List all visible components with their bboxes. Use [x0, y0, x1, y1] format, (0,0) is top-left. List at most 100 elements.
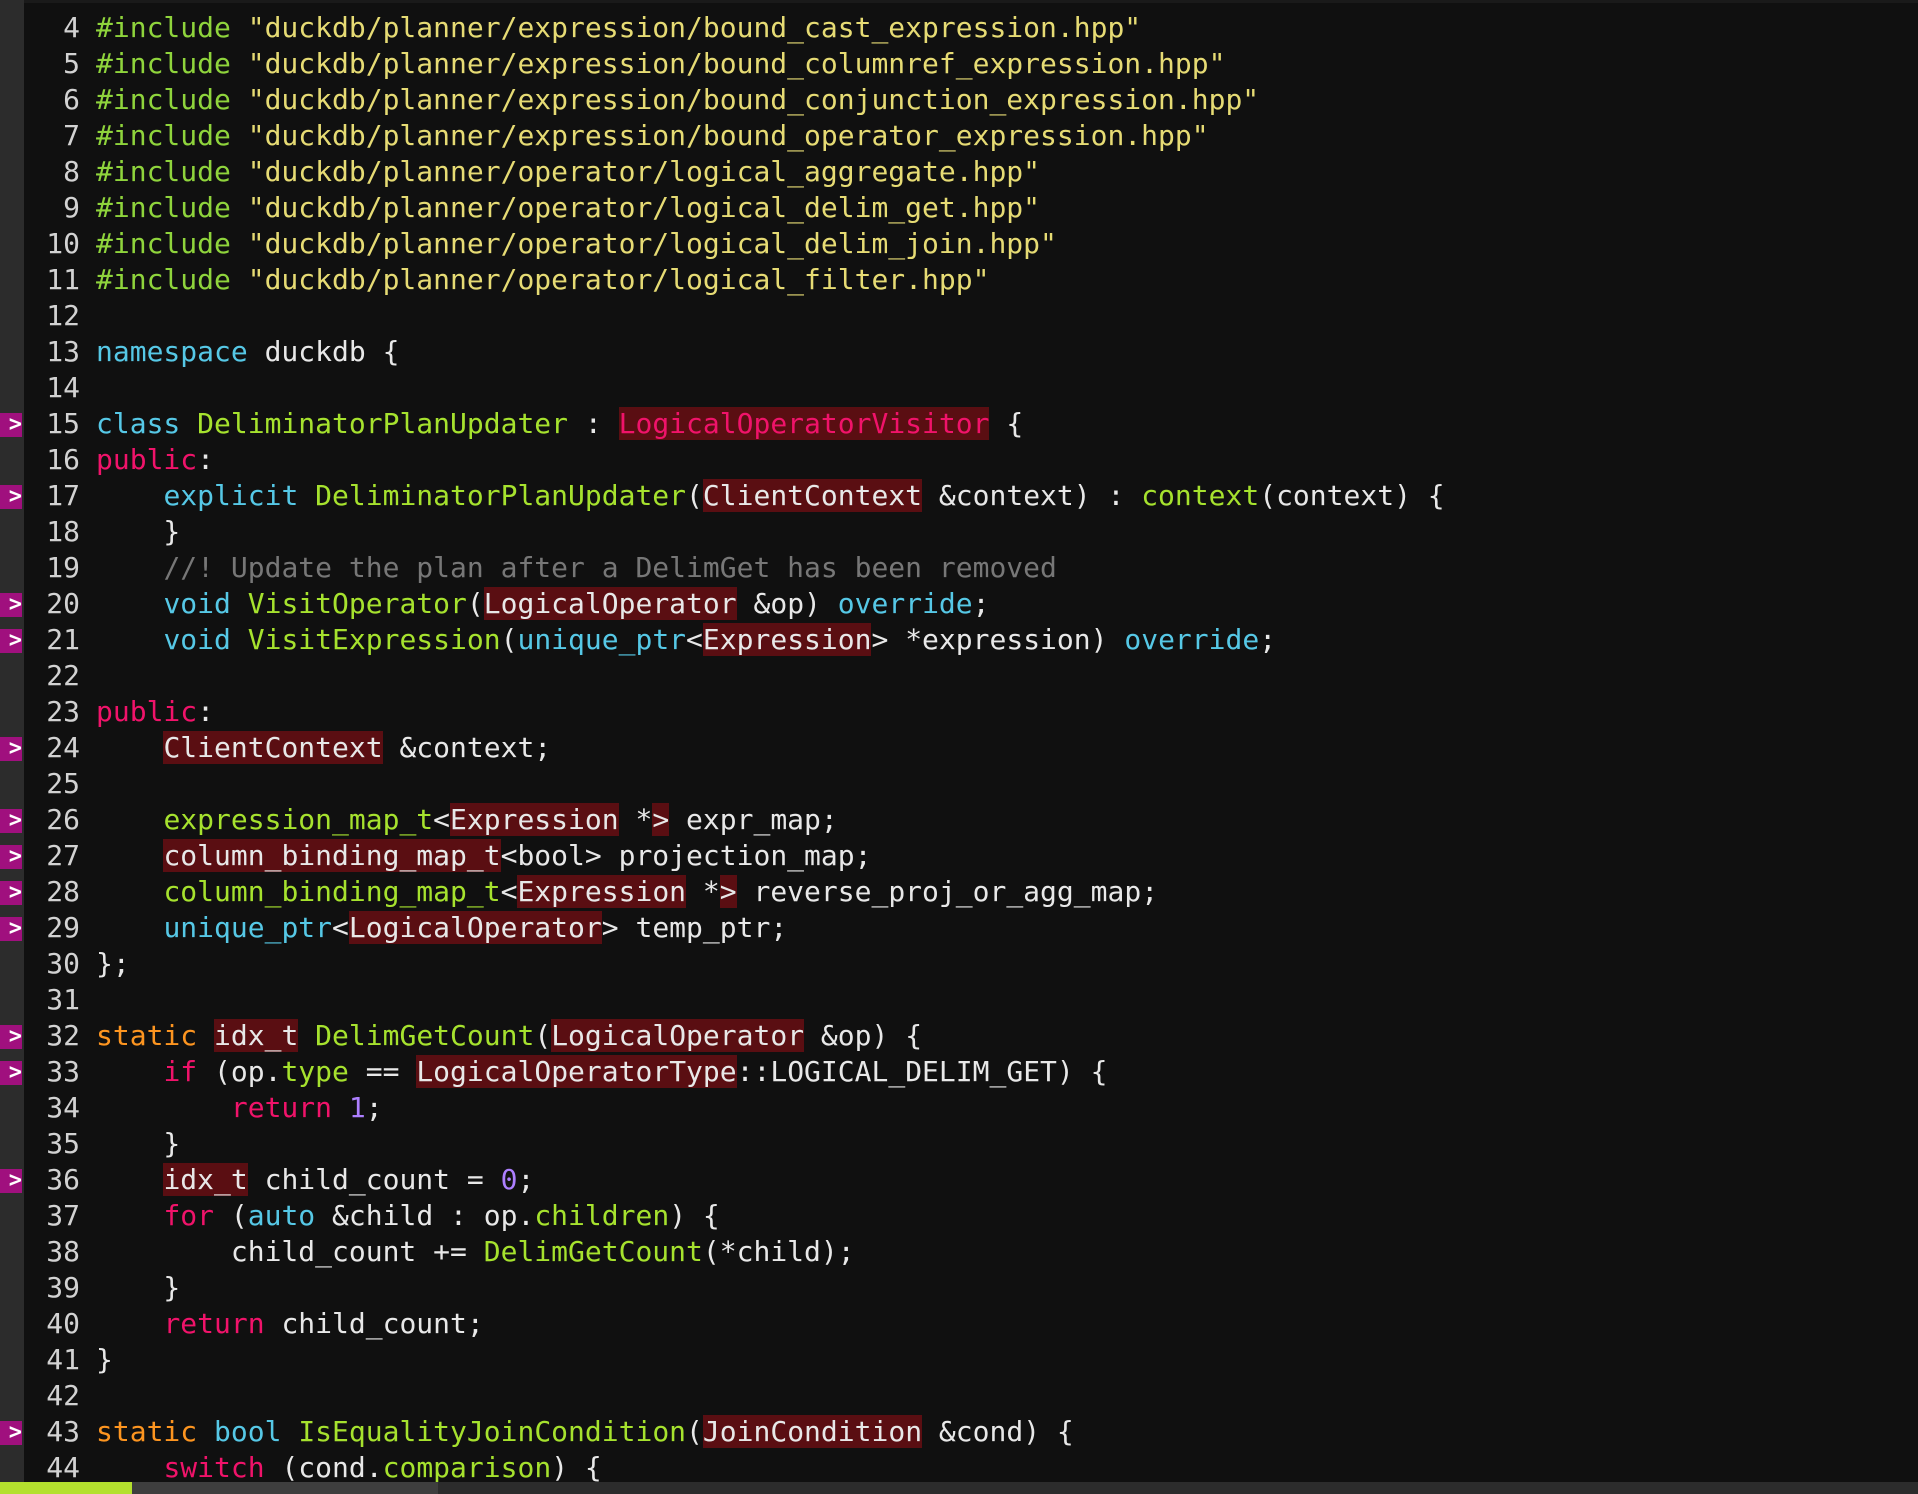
- code-line[interactable]: >43 static bool IsEqualityJoinCondition(J…: [0, 1414, 1918, 1450]
- code-text[interactable]: #include "duckdb/planner/operator/logica…: [96, 226, 1057, 262]
- code-line[interactable]: 13 namespace duckdb {: [0, 334, 1918, 370]
- code-line[interactable]: >24 ClientContext &context;: [0, 730, 1918, 766]
- code-text[interactable]: public:: [96, 694, 214, 730]
- code-line[interactable]: 35 }: [0, 1126, 1918, 1162]
- code-line[interactable]: 38 child_count += DelimGetCount(*child);: [0, 1234, 1918, 1270]
- code-line[interactable]: >17 explicit DeliminatorPlanUpdater(Clie…: [0, 478, 1918, 514]
- code-text[interactable]: #include "duckdb/planner/expression/boun…: [96, 46, 1225, 82]
- code-line[interactable]: >27 column_binding_map_t<bool> projectio…: [0, 838, 1918, 874]
- diagnostic-sign-marker[interactable]: >: [0, 1169, 22, 1193]
- code-text[interactable]: expression_map_t<Expression *> expr_map;: [96, 802, 838, 838]
- code-text[interactable]: #include "duckdb/planner/operator/logica…: [96, 190, 1040, 226]
- code-line[interactable]: 18 }: [0, 514, 1918, 550]
- code-editor[interactable]: 4 #include "duckdb/planner/expression/bou…: [0, 0, 1918, 1494]
- code-line[interactable]: 14: [0, 370, 1918, 406]
- code-line[interactable]: >20 void VisitOperator(LogicalOperator &…: [0, 586, 1918, 622]
- diagnostic-sign-marker[interactable]: >: [0, 881, 22, 905]
- code-line[interactable]: 8 #include "duckdb/planner/operator/logic…: [0, 154, 1918, 190]
- code-line[interactable]: 23 public:: [0, 694, 1918, 730]
- code-line[interactable]: >28 column_binding_map_t<Expression *> r…: [0, 874, 1918, 910]
- code-line[interactable]: 10 #include "duckdb/planner/operator/logi…: [0, 226, 1918, 262]
- code-line[interactable]: 42: [0, 1378, 1918, 1414]
- code-line[interactable]: >15 class DeliminatorPlanUpdater : Logica…: [0, 406, 1918, 442]
- code-line[interactable]: 6 #include "duckdb/planner/expression/bou…: [0, 82, 1918, 118]
- code-text[interactable]: column_binding_map_t<Expression *> rever…: [96, 874, 1158, 910]
- code-text[interactable]: column_binding_map_t<bool> projection_ma…: [96, 838, 871, 874]
- status-bar: [0, 1482, 1918, 1494]
- code-text[interactable]: unique_ptr<LogicalOperator> temp_ptr;: [96, 910, 787, 946]
- code-token: DelimGetCount: [483, 1235, 703, 1268]
- diagnostic-sign-marker[interactable]: >: [0, 413, 22, 437]
- code-text[interactable]: class DeliminatorPlanUpdater : LogicalOp…: [96, 406, 1023, 442]
- code-token: <: [686, 623, 703, 656]
- code-text[interactable]: void VisitOperator(LogicalOperator &op) …: [96, 586, 990, 622]
- code-text[interactable]: if (op.type == LogicalOperatorType::LOGI…: [96, 1054, 1108, 1090]
- code-line[interactable]: 22: [0, 658, 1918, 694]
- code-line[interactable]: 34 return 1;: [0, 1090, 1918, 1126]
- code-line[interactable]: >29 unique_ptr<LogicalOperator> temp_ptr…: [0, 910, 1918, 946]
- code-line[interactable]: 30};: [0, 946, 1918, 982]
- code-token: <bool> projection_map;: [500, 839, 872, 872]
- code-line[interactable]: 12: [0, 298, 1918, 334]
- code-text[interactable]: }: [96, 514, 180, 550]
- code-text[interactable]: }: [96, 1126, 180, 1162]
- code-line[interactable]: 44 switch (cond.comparison) {: [0, 1450, 1918, 1486]
- code-token: #include: [96, 47, 231, 80]
- code-text[interactable]: void VisitExpression(unique_ptr<Expressi…: [96, 622, 1276, 658]
- code-text[interactable]: for (auto &child : op.children) {: [96, 1198, 719, 1234]
- code-text[interactable]: #include "duckdb/planner/expression/boun…: [96, 82, 1259, 118]
- code-text[interactable]: static idx_t DelimGetCount(LogicalOperat…: [96, 1018, 922, 1054]
- code-line[interactable]: 39 }: [0, 1270, 1918, 1306]
- code-line[interactable]: 41}: [0, 1342, 1918, 1378]
- code-line[interactable]: 25: [0, 766, 1918, 802]
- code-line[interactable]: >32 static idx_t DelimGetCount(LogicalOpe…: [0, 1018, 1918, 1054]
- code-line[interactable]: 16 public:: [0, 442, 1918, 478]
- code-line[interactable]: 31: [0, 982, 1918, 1018]
- code-token: auto: [247, 1199, 316, 1232]
- code-line[interactable]: 9 #include "duckdb/planner/operator/logic…: [0, 190, 1918, 226]
- code-text[interactable]: static bool IsEqualityJoinCondition(Join…: [96, 1414, 1074, 1450]
- code-text[interactable]: explicit DeliminatorPlanUpdater(ClientCo…: [96, 478, 1445, 514]
- diagnostic-sign-marker[interactable]: >: [0, 485, 22, 509]
- diagnostic-sign-marker[interactable]: >: [0, 917, 22, 941]
- code-line[interactable]: >21 void VisitExpression(unique_ptr<Expr…: [0, 622, 1918, 658]
- code-line[interactable]: >33 if (op.type == LogicalOperatorType::…: [0, 1054, 1918, 1090]
- diagnostic-sign-marker[interactable]: >: [0, 737, 22, 761]
- diagnostic-sign-marker[interactable]: >: [0, 629, 22, 653]
- code-text[interactable]: idx_t child_count = 0;: [96, 1162, 534, 1198]
- code-text[interactable]: #include "duckdb/planner/operator/logica…: [96, 262, 989, 298]
- code-text[interactable]: ClientContext &context;: [96, 730, 551, 766]
- diagnostic-sign-marker[interactable]: >: [0, 1421, 22, 1445]
- code-text[interactable]: namespace duckdb {: [96, 334, 399, 370]
- code-text[interactable]: public:: [96, 442, 214, 478]
- code-line[interactable]: >36 idx_t child_count = 0;: [0, 1162, 1918, 1198]
- code-text[interactable]: #include "duckdb/planner/operator/logica…: [96, 154, 1040, 190]
- code-text[interactable]: return child_count;: [96, 1306, 483, 1342]
- line-number: 6: [63, 83, 80, 116]
- code-line[interactable]: 4 #include "duckdb/planner/expression/bou…: [0, 10, 1918, 46]
- code-text[interactable]: #include "duckdb/planner/expression/boun…: [96, 10, 1141, 46]
- code-line[interactable]: 40 return child_count;: [0, 1306, 1918, 1342]
- code-text[interactable]: };: [96, 946, 130, 982]
- code-line[interactable]: >26 expression_map_t<Expression *> expr_…: [0, 802, 1918, 838]
- code-line[interactable]: 5 #include "duckdb/planner/expression/bou…: [0, 46, 1918, 82]
- diagnostic-sign-marker[interactable]: >: [0, 1025, 22, 1049]
- code-line[interactable]: 7 #include "duckdb/planner/expression/bou…: [0, 118, 1918, 154]
- code-text[interactable]: child_count += DelimGetCount(*child);: [96, 1234, 855, 1270]
- code-line[interactable]: 19 //! Update the plan after a DelimGet …: [0, 550, 1918, 586]
- code-text[interactable]: }: [96, 1270, 180, 1306]
- code-text[interactable]: }: [96, 1342, 113, 1378]
- diagnostic-sign-marker[interactable]: >: [0, 593, 22, 617]
- code-line[interactable]: 37 for (auto &child : op.children) {: [0, 1198, 1918, 1234]
- code-line[interactable]: 11 #include "duckdb/planner/operator/logi…: [0, 262, 1918, 298]
- code-token: column_binding_map_t: [163, 875, 501, 908]
- code-text[interactable]: //! Update the plan after a DelimGet has…: [96, 550, 1056, 586]
- diagnostic-sign-marker[interactable]: >: [0, 809, 22, 833]
- code-text[interactable]: #include "duckdb/planner/expression/boun…: [96, 118, 1209, 154]
- code-text[interactable]: switch (cond.comparison) {: [96, 1450, 601, 1486]
- diagnostic-sign-marker[interactable]: >: [0, 1061, 22, 1085]
- diagnostic-sign-marker[interactable]: >: [0, 845, 22, 869]
- code-lines[interactable]: 4 #include "duckdb/planner/expression/bou…: [0, 10, 1918, 1486]
- code-text[interactable]: return 1;: [96, 1090, 383, 1126]
